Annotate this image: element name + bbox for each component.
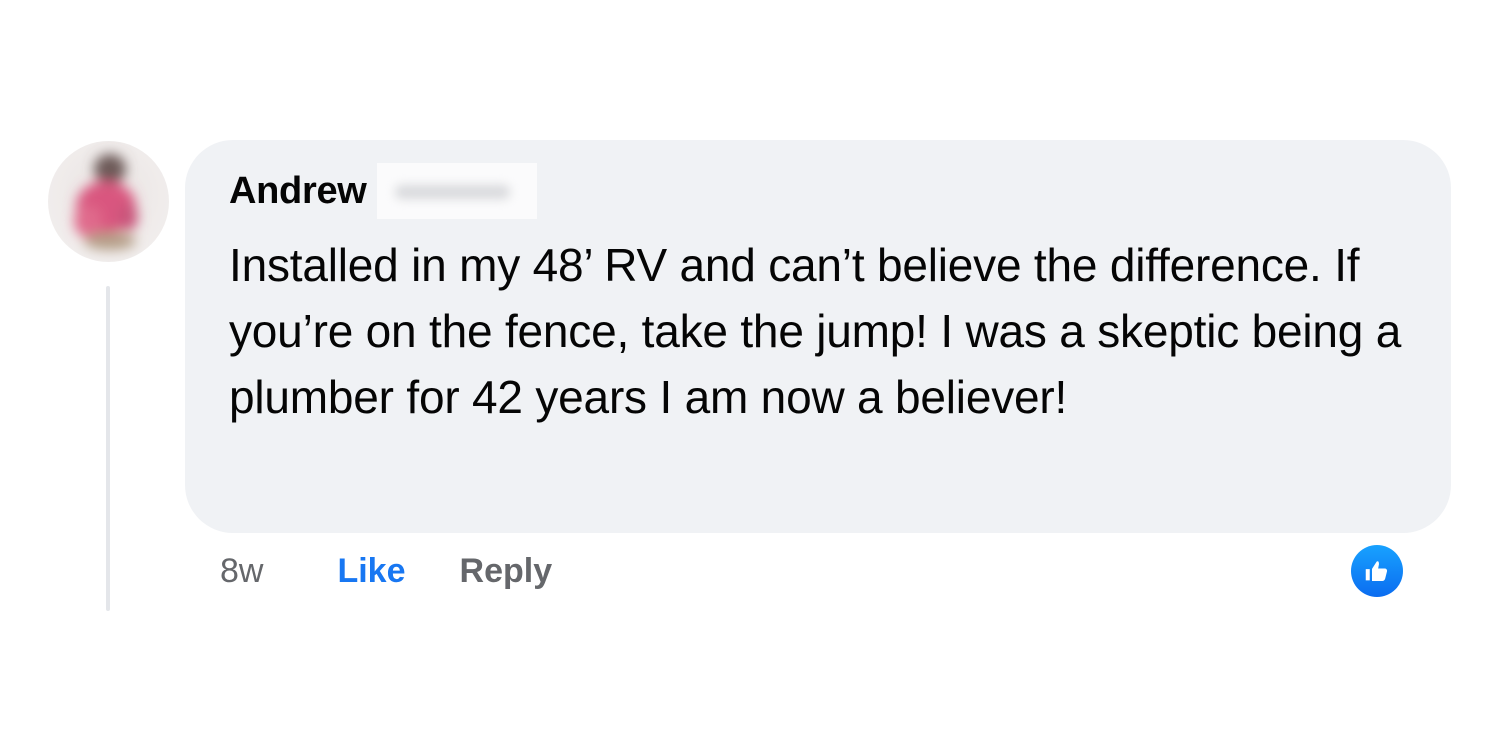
thread-connector-line [106, 286, 110, 611]
like-reaction-badge[interactable] [1351, 545, 1403, 597]
comment-thread: Andrew Installed in my 48’ RV and can’t … [0, 0, 1500, 750]
like-button[interactable]: Like [337, 552, 405, 591]
avatar[interactable] [48, 141, 169, 262]
thumbs-up-icon [1365, 561, 1388, 581]
comment-author[interactable]: Andrew [229, 163, 537, 219]
avatar-photo-icon [74, 154, 138, 250]
reply-button[interactable]: Reply [460, 552, 553, 591]
author-last-name-redacted [376, 163, 537, 219]
author-name[interactable]: Andrew [229, 170, 367, 213]
comment-timestamp[interactable]: 8w [220, 552, 263, 591]
comment-text: Installed in my 48’ RV and can’t believe… [229, 239, 1402, 423]
comment-actions: 8w Like Reply [220, 548, 552, 594]
